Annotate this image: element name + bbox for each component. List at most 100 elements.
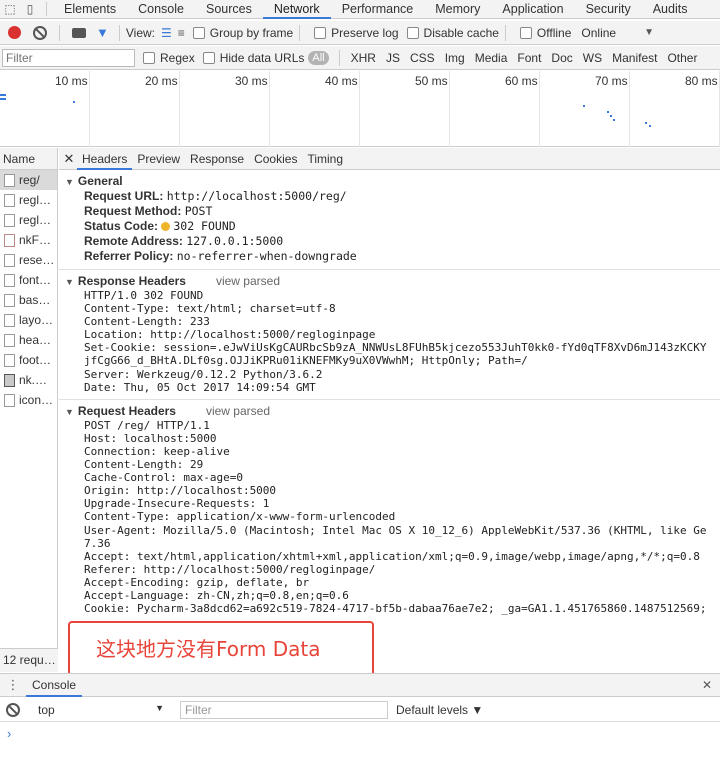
request-name: bas…: [19, 293, 51, 307]
filter-icon[interactable]: ▼: [96, 25, 109, 40]
context-select[interactable]: top ▼: [38, 703, 164, 717]
close-icon[interactable]: ✕: [61, 151, 77, 167]
console-prompt[interactable]: ›: [7, 726, 11, 741]
filter-input[interactable]: [2, 48, 135, 67]
response-header-line: Content-Length: 233: [84, 315, 210, 329]
request-row[interactable]: font…: [0, 270, 57, 290]
tab-memory[interactable]: Memory: [424, 0, 491, 19]
close-drawer-icon[interactable]: ✕: [702, 678, 712, 692]
capture-screenshots-icon[interactable]: [72, 27, 86, 38]
preserve-log-checkbox[interactable]: [314, 26, 327, 39]
console-drawer-tab[interactable]: Console: [26, 674, 83, 697]
timeline-bar: [73, 101, 75, 103]
tab-console[interactable]: Console: [127, 0, 195, 19]
tab-network[interactable]: Network: [262, 0, 331, 19]
tab-sources[interactable]: Sources: [195, 0, 263, 19]
file-icon: [4, 333, 15, 347]
clear-icon[interactable]: [33, 25, 47, 40]
file-icon: [4, 273, 15, 287]
filter-type-ws[interactable]: WS: [578, 51, 607, 65]
request-row[interactable]: nkF…: [0, 230, 57, 250]
request-row[interactable]: icon…: [0, 390, 57, 410]
tab-performance[interactable]: Performance: [331, 0, 425, 19]
request-header-line: Accept: text/html,application/xhtml+xml,…: [84, 549, 700, 563]
view-parsed-link[interactable]: view parsed: [206, 404, 270, 418]
detail-tab-list: Headers Preview Response Cookies Timing: [77, 148, 348, 170]
hide-data-urls-checkbox[interactable]: [202, 51, 215, 64]
filter-type-other[interactable]: Other: [662, 51, 702, 65]
filter-type-xhr[interactable]: XHR: [346, 51, 381, 65]
request-row[interactable]: rese…: [0, 250, 57, 270]
regex-checkbox[interactable]: [143, 51, 155, 64]
tab-elements[interactable]: Elements: [53, 0, 127, 19]
header-value: 127.0.0.1:5000: [186, 234, 284, 248]
request-count: 12 requ…: [0, 648, 58, 672]
filter-type-font[interactable]: Font: [512, 51, 546, 65]
tab-response[interactable]: Response: [185, 148, 249, 170]
name-column-header[interactable]: Name: [0, 148, 57, 170]
hide-data-urls-label: Hide data URLs: [219, 50, 305, 65]
timeline-bar: [0, 94, 6, 96]
device-toolbar-icon[interactable]: ▯: [20, 0, 40, 19]
throttle-select[interactable]: Online: [581, 26, 616, 40]
log-levels-select[interactable]: Default levels ▼: [396, 703, 483, 717]
network-toolbar: ▼ View: ☰ ≡ Group by frame Preserve log …: [0, 21, 720, 45]
view-parsed-link[interactable]: view parsed: [216, 274, 280, 288]
clear-console-icon[interactable]: [6, 702, 20, 717]
timeline-gridline: [269, 71, 270, 147]
large-rows-icon[interactable]: ☰: [161, 26, 172, 40]
general-section: ▼ General Request URL: http://localhost:5…: [59, 170, 720, 270]
tab-audits[interactable]: Audits: [642, 0, 699, 19]
context-value: top: [38, 702, 55, 717]
request-row[interactable]: hea…: [0, 330, 57, 350]
filter-type-css[interactable]: CSS: [405, 51, 440, 65]
request-detail-panel: ✕ Headers Preview Response Cookies Timing ▼ G…: [59, 148, 720, 672]
overview-icon[interactable]: ≡: [178, 26, 185, 40]
tab-application[interactable]: Application: [491, 0, 574, 19]
filter-type-doc[interactable]: Doc: [546, 51, 577, 65]
request-header-line: Origin: http://localhost:5000: [84, 484, 277, 498]
request-row[interactable]: nk.…: [0, 370, 57, 390]
file-icon: [4, 253, 15, 267]
request-name: hea…: [19, 333, 52, 347]
offline-checkbox[interactable]: [519, 26, 532, 39]
tab-security[interactable]: Security: [575, 0, 642, 19]
filter-type-js[interactable]: JS: [381, 51, 405, 65]
timeline-gridline: [359, 71, 360, 147]
filter-type-media[interactable]: Media: [470, 51, 513, 65]
general-header[interactable]: ▼ General: [59, 173, 720, 189]
record-icon[interactable]: [8, 26, 21, 39]
timeline-overview[interactable]: 10 ms 20 ms 30 ms 40 ms 50 ms 60 ms 70 ms 80 ms: [0, 71, 720, 147]
timeline-bar: [0, 98, 6, 100]
tab-preview[interactable]: Preview: [132, 148, 185, 170]
response-headers-header[interactable]: ▼ Response Headers view parsed: [59, 273, 720, 289]
timeline-tick-label: 20 ms: [145, 74, 178, 88]
request-rows: reg/regl… regl… nkF… rese… font… bas… layo… hea…: [0, 170, 57, 410]
filter-type-img[interactable]: Img: [440, 51, 470, 65]
request-row[interactable]: foot…: [0, 350, 57, 370]
request-headers-header[interactable]: ▼ Request Headers view parsed: [59, 403, 720, 419]
inspect-element-icon[interactable]: ⬚: [0, 0, 20, 19]
console-filter-input[interactable]: Filter: [180, 700, 388, 719]
chevron-down-icon[interactable]: ▼: [644, 27, 654, 38]
timeline-gridline: [449, 71, 450, 147]
tab-headers[interactable]: Headers: [77, 148, 133, 170]
request-row[interactable]: layo…: [0, 310, 57, 330]
request-row[interactable]: regl…: [0, 190, 57, 210]
more-tools-icon[interactable]: ⋮: [0, 677, 26, 693]
group-by-frame-checkbox[interactable]: [192, 26, 205, 39]
request-row[interactable]: reg/: [0, 170, 57, 190]
request-row[interactable]: bas…: [0, 290, 57, 310]
tab-cookies[interactable]: Cookies: [249, 148, 302, 170]
annotation-text: 这块地方没有Form Data: [96, 637, 321, 661]
timeline-gridline: [629, 71, 630, 147]
preserve-log-label: Preserve log: [331, 25, 399, 40]
file-icon: [4, 373, 15, 387]
tab-timing[interactable]: Timing: [302, 148, 348, 170]
filter-type-all[interactable]: All: [308, 50, 329, 65]
group-by-frame-label: Group by frame: [209, 25, 294, 40]
filter-type-manifest[interactable]: Manifest: [607, 51, 662, 65]
disable-cache-checkbox[interactable]: [406, 26, 419, 39]
request-header-line: Content-Type: application/x-www-form-url…: [84, 510, 396, 524]
request-row[interactable]: regl…: [0, 210, 57, 230]
